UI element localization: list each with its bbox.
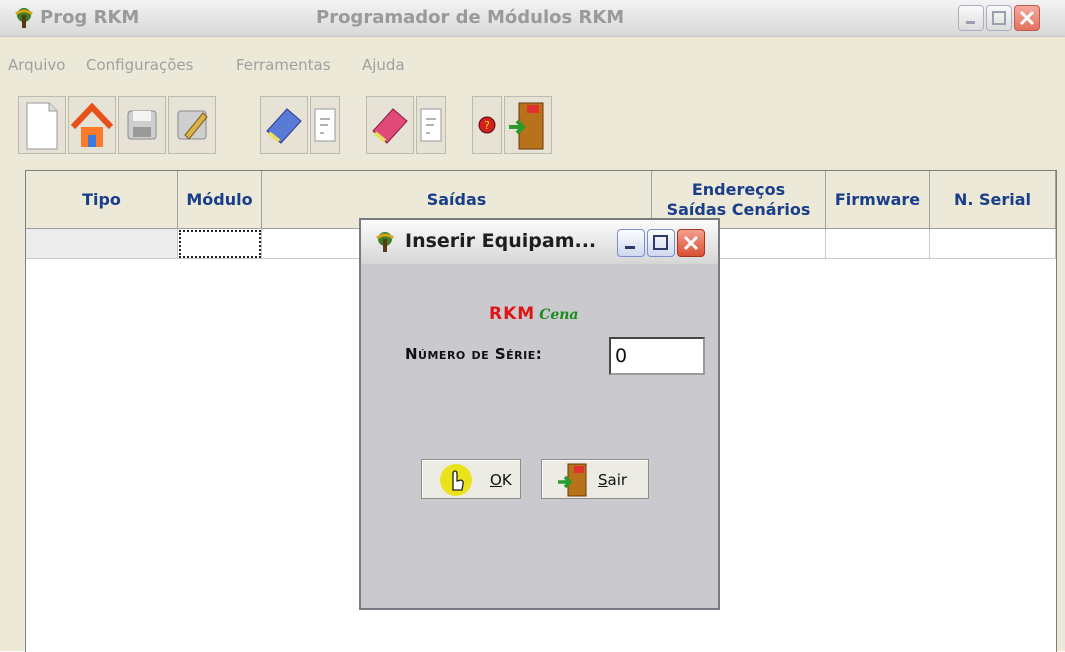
- hand-pointer-icon: [440, 464, 472, 496]
- minimize-button[interactable]: [958, 5, 984, 31]
- home-button[interactable]: [68, 96, 116, 154]
- dialog-maximize-button[interactable]: [647, 229, 675, 257]
- serial-number-label: Número de Série:: [405, 345, 543, 363]
- logo-rkm-text: RKM: [489, 304, 536, 324]
- app-logo-icon: [376, 232, 394, 252]
- main-window: Prog RKM Programador de Módulos RKM Arqu…: [0, 0, 1065, 652]
- maximize-icon: [653, 235, 668, 250]
- document-button-2[interactable]: [416, 96, 446, 154]
- edit-icon: [177, 110, 208, 140]
- cell-firmware[interactable]: [826, 229, 930, 259]
- save-icon: [127, 110, 157, 140]
- app-logo-icon: [15, 8, 33, 28]
- ok-rest: K: [501, 471, 512, 489]
- clean-module-icon: [266, 108, 302, 144]
- col-header-enderecos-line2: Saídas Cenários: [666, 199, 811, 219]
- minimize-icon: [625, 246, 635, 249]
- exit-door-icon: [558, 463, 587, 497]
- rkm-cena-logo: RKM Cena: [489, 304, 579, 324]
- cell-tipo[interactable]: [26, 229, 178, 259]
- cell-serial[interactable]: [930, 229, 1056, 259]
- help-button[interactable]: ?: [472, 96, 502, 154]
- exit-dialog-button[interactable]: Sair: [541, 459, 649, 499]
- new-document-icon: [26, 102, 58, 150]
- clean-module-red-icon: [372, 108, 408, 144]
- cell-modulo[interactable]: [178, 229, 262, 259]
- svg-text:?: ?: [484, 119, 490, 132]
- help-icon: ?: [478, 116, 496, 134]
- close-icon: [1019, 10, 1035, 26]
- exit-mnemonic: S: [598, 471, 608, 489]
- exit-label: Sair: [598, 471, 627, 489]
- serial-number-input[interactable]: 0: [609, 337, 705, 375]
- dialog-title: Inserir Equipam...: [405, 230, 597, 252]
- title-bar[interactable]: Prog RKM Programador de Módulos RKM: [0, 0, 1065, 37]
- col-header-enderecos-line1: Endereços: [691, 179, 786, 199]
- minimize-icon: [966, 21, 975, 24]
- maximize-icon: [992, 11, 1006, 25]
- close-icon: [683, 235, 699, 251]
- dialog-title-bar[interactable]: Inserir Equipam...: [361, 220, 718, 264]
- document-icon: [420, 108, 442, 142]
- exit-button[interactable]: [504, 96, 552, 154]
- col-header-modulo[interactable]: Módulo: [178, 171, 262, 229]
- document-icon: [314, 108, 336, 142]
- exit-door-icon: [509, 102, 544, 150]
- save-button[interactable]: [118, 96, 166, 154]
- clean-module-button[interactable]: [260, 96, 308, 154]
- ok-mnemonic: O: [490, 471, 502, 489]
- close-button[interactable]: [1014, 5, 1040, 31]
- home-icon: [70, 102, 114, 147]
- logo-cena-text: Cena: [539, 307, 579, 323]
- dialog-minimize-button[interactable]: [617, 229, 645, 257]
- menu-ferramentas[interactable]: Ferramentas: [236, 56, 331, 74]
- menu-configuracoes[interactable]: Configurações: [86, 56, 193, 74]
- ok-button[interactable]: OK: [421, 459, 521, 499]
- new-button[interactable]: [18, 96, 66, 154]
- menu-ajuda[interactable]: Ajuda: [362, 56, 405, 74]
- app-name: Prog RKM: [40, 7, 140, 28]
- col-header-tipo[interactable]: Tipo: [26, 171, 178, 229]
- col-header-serial[interactable]: N. Serial: [930, 171, 1056, 229]
- insert-equipment-dialog: Inserir Equipam... RKM Cena Número de Sér…: [359, 218, 720, 610]
- menu-arquivo[interactable]: Arquivo: [8, 56, 65, 74]
- dialog-close-button[interactable]: [677, 229, 705, 257]
- col-header-firmware[interactable]: Firmware: [826, 171, 930, 229]
- ok-label: OK: [490, 471, 512, 489]
- clean-module-red-button[interactable]: [366, 96, 414, 154]
- window-title: Programador de Módulos RKM: [316, 7, 625, 28]
- save-as-button[interactable]: [168, 96, 216, 154]
- exit-rest: air: [607, 471, 628, 489]
- document-button[interactable]: [310, 96, 340, 154]
- maximize-button[interactable]: [986, 5, 1012, 31]
